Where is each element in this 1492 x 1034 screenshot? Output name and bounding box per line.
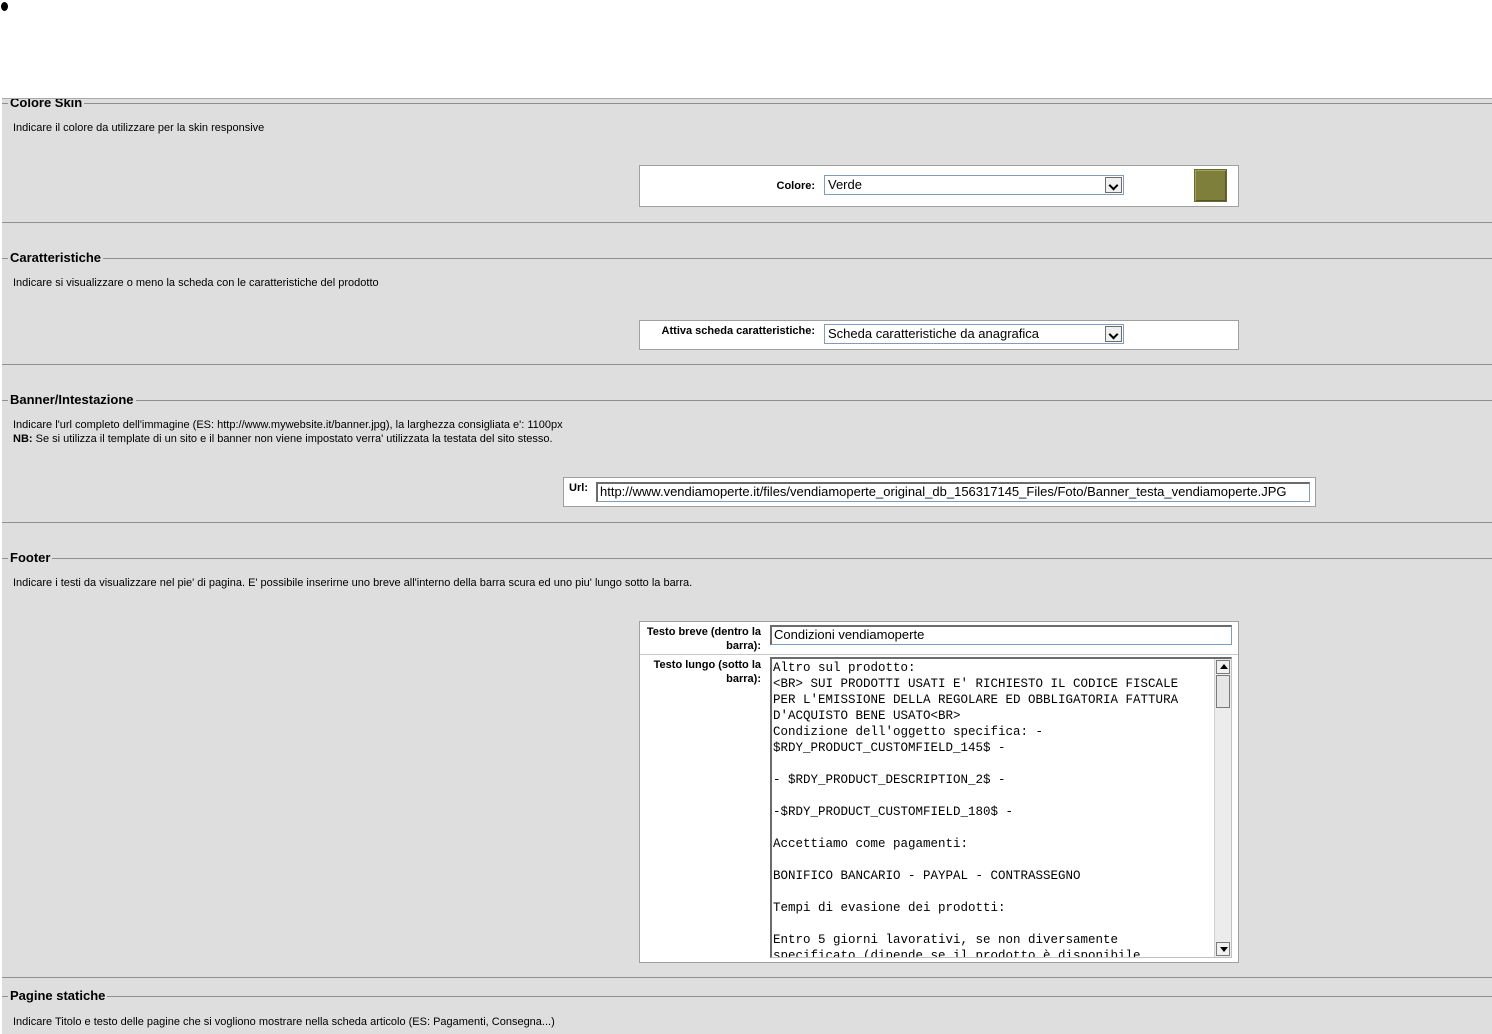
row-divider bbox=[640, 654, 1238, 655]
long-text-textarea[interactable]: Altro sul prodotto: <BR> SUI PRODOTTI US… bbox=[770, 657, 1232, 958]
section-description: Indicare il colore da utilizzare per la … bbox=[13, 122, 265, 134]
banner-url-input[interactable]: http://www.vendiamoperte.it/files/vendia… bbox=[596, 482, 1310, 502]
scroll-down-icon[interactable] bbox=[1216, 942, 1230, 956]
note-text: Se si utilizza il template di un sito e … bbox=[32, 433, 553, 445]
section-description: Indicare i testi da visualizzare nel pie… bbox=[13, 577, 693, 589]
short-text-input[interactable]: Condizioni vendiamoperte bbox=[770, 625, 1232, 645]
section-note: NB: Se si utilizza il template di un sit… bbox=[13, 432, 553, 446]
long-text-label: Testo lungo (sotto la barra): bbox=[653, 659, 761, 685]
section-title: Caratteristiche bbox=[8, 250, 104, 266]
footer-form-box: Testo breve (dentro la barra): Condizion… bbox=[639, 621, 1239, 963]
section-description: Indicare l'url completo dell'immagine (E… bbox=[13, 419, 563, 431]
banner-form-box: Url: http://www.vendiamoperte.it/files/v… bbox=[563, 477, 1316, 507]
chevron-down-icon[interactable] bbox=[1105, 177, 1122, 193]
section-separator bbox=[2, 222, 1492, 223]
legend-rule bbox=[2, 400, 1492, 401]
section-title: Pagine statiche bbox=[8, 988, 108, 1004]
section-title: Colore Skin bbox=[8, 99, 85, 111]
colore-form-box: Colore: Verde bbox=[639, 165, 1239, 207]
section-description: Indicare si visualizzare o meno la sched… bbox=[13, 277, 379, 289]
chevron-down-icon[interactable] bbox=[1105, 326, 1122, 342]
short-text-label: Testo breve (dentro la barra): bbox=[646, 626, 761, 652]
legend-rule bbox=[2, 258, 1492, 259]
colore-selected-value: Verde bbox=[828, 177, 862, 192]
bullet-dot bbox=[1, 2, 8, 11]
legend-rule bbox=[2, 558, 1492, 559]
long-text-content: Altro sul prodotto: <BR> SUI PRODOTTI US… bbox=[773, 661, 1179, 958]
scroll-up-icon[interactable] bbox=[1216, 660, 1230, 674]
legend-rule bbox=[2, 103, 1492, 104]
caratteristiche-label: Attiva scheda caratteristiche: bbox=[661, 325, 815, 337]
section-separator bbox=[2, 364, 1492, 365]
scroll-thumb[interactable] bbox=[1216, 675, 1230, 708]
url-label: Url: bbox=[569, 482, 588, 494]
section-title: Footer bbox=[8, 550, 53, 566]
section-separator bbox=[2, 977, 1492, 978]
note-label: NB: bbox=[13, 433, 33, 445]
colore-select[interactable]: Verde bbox=[824, 175, 1124, 195]
section-title: Banner/Intestazione bbox=[8, 392, 136, 408]
colore-label: Colore: bbox=[776, 180, 816, 192]
vertical-scrollbar[interactable] bbox=[1214, 659, 1231, 957]
legend-rule bbox=[2, 996, 1492, 997]
section-description: Indicare Titolo e testo delle pagine che… bbox=[13, 1016, 555, 1028]
caratteristiche-selected-value: Scheda caratteristiche da anagrafica bbox=[828, 326, 1040, 341]
color-swatch bbox=[1194, 169, 1227, 202]
section-separator bbox=[2, 522, 1492, 523]
caratteristiche-form-box: Attiva scheda caratteristiche: Scheda ca… bbox=[639, 320, 1239, 350]
caratteristiche-select[interactable]: Scheda caratteristiche da anagrafica bbox=[824, 324, 1124, 344]
settings-panel: Colore Skin Indicare il colore da utiliz… bbox=[2, 98, 1492, 1034]
